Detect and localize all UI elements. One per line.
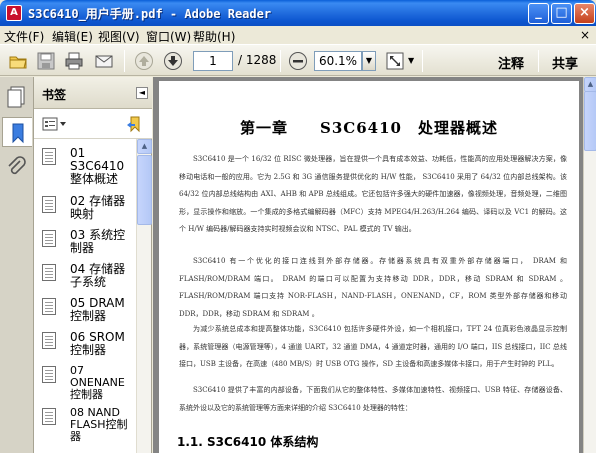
page-number-input[interactable]: 1 xyxy=(193,51,233,71)
bookmarks-scrollbar[interactable]: ▲ xyxy=(136,139,152,453)
pages-panel-icon[interactable] xyxy=(2,81,32,111)
attachments-panel-icon[interactable] xyxy=(2,153,32,183)
zoom-level-input[interactable]: 60.1% xyxy=(314,51,362,71)
bookmark-label: 07 ONENANE控制器 xyxy=(70,364,125,401)
section-heading: 1.1. S3C6410 体系结构 xyxy=(177,435,319,449)
bookmark-page-icon xyxy=(42,408,56,425)
bookmark-label: 05 DRAM 控制器 xyxy=(70,296,125,323)
bookmark-item[interactable]: 01 S3C6410整体概述 xyxy=(42,147,136,193)
bookmarks-list: 01 S3C6410整体概述 02 存储器映射 03 系统控制器 04 存储器子… xyxy=(34,139,136,453)
scroll-up-icon[interactable]: ▲ xyxy=(137,139,152,154)
adobe-reader-icon: A xyxy=(6,5,22,21)
bookmark-page-icon xyxy=(42,148,56,165)
window-title: S3C6410_用户手册.pdf - Adobe Reader xyxy=(28,7,272,21)
bookmark-label: 02 存储器映射 xyxy=(70,194,126,221)
bookmark-item[interactable]: 07 ONENANE控制器 xyxy=(42,365,136,405)
email-icon[interactable] xyxy=(94,51,114,71)
adobe-reader-window: A S3C6410_用户手册.pdf - Adobe Reader _ □ × … xyxy=(0,0,596,453)
paragraph: S3C6410 有一个优化的接口连线到外部存储器。存储器系统具有双重外部存储器端… xyxy=(179,257,567,318)
pdf-page: 第一章 S3C6410 处理器概述 S3C6410 是一个 16/32 位 RI… xyxy=(159,81,579,453)
paragraph: 为减少系统总成本和提高整体功能，S3C6410 包括许多硬件外设，如一个相机接口… xyxy=(179,325,567,368)
bookmarks-title: 书签 xyxy=(42,88,67,102)
bookmark-page-icon xyxy=(42,264,56,281)
maximize-button[interactable]: □ xyxy=(551,3,572,24)
toolbar-separator xyxy=(538,50,539,72)
bookmarks-panel-icon[interactable] xyxy=(2,117,32,147)
bookmarks-panel: 书签 ◄ 01 S3C6410整体概述 02 存储器映射 03 系统控制器 04… xyxy=(34,77,152,453)
bookmark-page-icon xyxy=(42,196,56,213)
menu-help[interactable]: 帮助(H) xyxy=(193,28,235,45)
share-button[interactable]: 共享 xyxy=(552,53,578,72)
expand-bookmark-icon[interactable] xyxy=(126,115,144,133)
paragraph: S3C6410 提供了丰富的内部设备，下面我们从它的整体特性、多媒体加速特性、视… xyxy=(179,386,567,412)
previous-page-icon[interactable] xyxy=(134,51,154,71)
collapse-panel-icon[interactable]: ◄ xyxy=(136,87,148,99)
save-icon[interactable] xyxy=(36,51,56,71)
menu-file[interactable]: 文件(F) xyxy=(4,28,44,45)
bookmark-item[interactable]: 05 DRAM 控制器 xyxy=(42,297,136,329)
bookmark-label: 08 NAND FLASH控制器 xyxy=(70,406,128,443)
fit-dropdown-icon[interactable]: ▼ xyxy=(408,56,414,65)
minimize-button[interactable]: _ xyxy=(528,3,549,24)
bookmark-item[interactable]: 03 系统控制器 xyxy=(42,229,136,261)
bookmark-page-icon xyxy=(42,298,56,315)
document-close-icon[interactable]: × xyxy=(580,28,590,42)
bookmark-page-icon xyxy=(42,366,56,383)
bookmarks-toolbar xyxy=(34,109,152,139)
toolbar-separator xyxy=(280,50,281,72)
menu-window[interactable]: 窗口(W) xyxy=(146,28,191,45)
toolbar-separator xyxy=(422,50,423,72)
annotate-button[interactable]: 注释 xyxy=(498,53,524,72)
toolbar: 1 / 1288 60.1% ▼ ▼ 注释 共享 xyxy=(0,44,596,76)
toolbar-separator xyxy=(124,50,125,72)
document-scrollbar[interactable]: ▲ xyxy=(583,77,596,453)
options-menu-icon[interactable] xyxy=(42,116,68,132)
bookmark-label: 04 存储器子系统 xyxy=(70,262,126,289)
open-folder-icon[interactable] xyxy=(8,51,28,71)
bookmarks-header: 书签 ◄ xyxy=(34,77,152,109)
page-total: / 1288 xyxy=(238,53,277,67)
navigation-pane-tabs xyxy=(0,77,34,453)
zoom-dropdown-icon[interactable]: ▼ xyxy=(362,51,376,71)
close-button[interactable]: × xyxy=(574,3,595,24)
menu-bar: 文件(F) 编辑(E) 视图(V) 窗口(W) 帮助(H) × xyxy=(0,26,596,44)
bookmark-page-icon xyxy=(42,332,56,349)
title-bar[interactable]: A S3C6410_用户手册.pdf - Adobe Reader _ □ × xyxy=(0,0,596,26)
bookmark-label: 01 S3C6410整体概述 xyxy=(70,146,125,186)
print-icon[interactable] xyxy=(64,51,84,71)
menu-edit[interactable]: 编辑(E) xyxy=(52,28,93,45)
scrollbar-thumb[interactable] xyxy=(584,91,596,151)
paragraph: S3C6410 是一个 16/32 位 RISC 微处理器，旨在提供一个具有成本… xyxy=(179,155,567,233)
bookmark-label: 03 系统控制器 xyxy=(70,228,126,255)
document-view[interactable]: 第一章 S3C6410 处理器概述 S3C6410 是一个 16/32 位 RI… xyxy=(153,77,583,453)
bookmark-item[interactable]: 02 存储器映射 xyxy=(42,195,136,227)
bookmark-item[interactable]: 04 存储器子系统 xyxy=(42,263,136,295)
bookmark-item[interactable]: 06 SROM 控制器 xyxy=(42,331,136,363)
zoom-out-icon[interactable] xyxy=(288,51,308,71)
bookmark-label: 06 SROM 控制器 xyxy=(70,330,125,357)
menu-view[interactable]: 视图(V) xyxy=(98,28,140,45)
fit-page-icon[interactable] xyxy=(385,51,405,71)
scroll-up-icon[interactable]: ▲ xyxy=(584,77,596,92)
next-page-icon[interactable] xyxy=(163,51,183,71)
bookmark-item[interactable]: 08 NAND FLASH控制器 xyxy=(42,407,136,451)
chapter-title: 第一章 S3C6410 处理器概述 xyxy=(240,119,498,137)
scrollbar-thumb[interactable] xyxy=(137,155,152,225)
bookmark-page-icon xyxy=(42,230,56,247)
